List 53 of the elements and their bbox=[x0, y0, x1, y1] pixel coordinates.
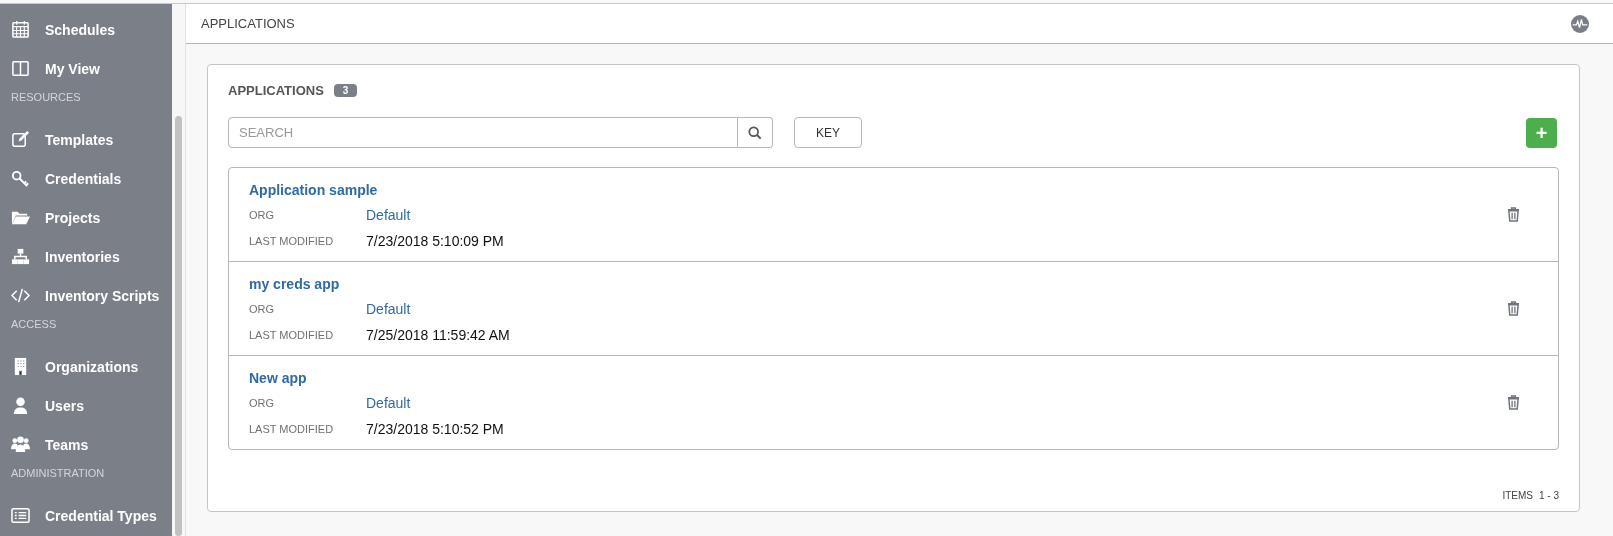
key-button[interactable]: KEY bbox=[794, 117, 862, 148]
delete-icon[interactable] bbox=[1507, 395, 1520, 410]
delete-icon[interactable] bbox=[1507, 207, 1520, 222]
sidebar-item[interactable]: Inventories bbox=[0, 237, 172, 276]
modified-value: 7/23/2018 5:10:52 PM bbox=[366, 420, 504, 437]
modified-value: 7/23/2018 5:10:09 PM bbox=[366, 232, 504, 249]
panel-title: APPLICATIONS bbox=[228, 82, 324, 98]
sidebar-item[interactable]: Inventory Scripts bbox=[0, 276, 172, 315]
modified-value: 7/25/2018 11:59:42 AM bbox=[366, 326, 510, 343]
scrollbar-thumb[interactable] bbox=[175, 116, 182, 536]
key-icon bbox=[11, 169, 30, 188]
sidebar-item[interactable]: Users bbox=[0, 386, 172, 425]
columns-icon bbox=[11, 59, 30, 78]
field-label: ORG bbox=[249, 302, 276, 315]
org-link[interactable]: Default bbox=[366, 206, 411, 223]
application-link[interactable]: Application sample bbox=[249, 181, 378, 198]
org-link[interactable]: Default bbox=[366, 394, 411, 411]
field-label: LAST MODIFIED bbox=[249, 328, 335, 341]
org-link[interactable]: Default bbox=[366, 300, 411, 317]
field-label: LAST MODIFIED bbox=[249, 234, 335, 247]
sidebar-item[interactable]: My View bbox=[0, 49, 172, 88]
activity-stream-icon[interactable] bbox=[1571, 14, 1589, 33]
search-field[interactable]: SEARCH bbox=[228, 117, 738, 148]
count-badge: 3 bbox=[333, 83, 358, 97]
items-label: ITEMS bbox=[1502, 490, 1533, 501]
sidebar-item[interactable]: Credential Types bbox=[0, 496, 172, 535]
search-icon bbox=[748, 125, 762, 140]
field-label: ORG bbox=[249, 208, 276, 221]
search-button[interactable] bbox=[738, 117, 773, 148]
sidebar-item[interactable]: Organizations bbox=[0, 347, 172, 386]
calendar-icon bbox=[11, 20, 30, 39]
edit-icon bbox=[11, 130, 30, 149]
items-range: 1 - 3 bbox=[1539, 490, 1559, 501]
sitemap-icon bbox=[11, 247, 30, 266]
sidebar-item[interactable]: Teams bbox=[0, 425, 172, 464]
section-heading: RESOURCES bbox=[10, 90, 82, 105]
sidebar-item[interactable]: Credentials bbox=[0, 159, 172, 198]
application-link[interactable]: my creds app bbox=[249, 275, 340, 292]
delete-icon[interactable] bbox=[1507, 301, 1520, 316]
sidebar-item[interactable]: Schedules bbox=[0, 10, 172, 49]
sidebar-item[interactable]: Projects bbox=[0, 198, 172, 237]
field-label: ORG bbox=[249, 396, 276, 409]
sidebar-item[interactable]: Templates bbox=[0, 120, 172, 159]
section-heading: ACCESS bbox=[10, 317, 58, 332]
code-icon bbox=[11, 286, 30, 305]
user-icon bbox=[11, 396, 30, 415]
page-title: APPLICATIONS bbox=[201, 16, 296, 31]
application-link[interactable]: New app bbox=[249, 369, 307, 386]
section-heading: ADMINISTRATION bbox=[10, 466, 106, 481]
add-button[interactable]: + bbox=[1526, 117, 1557, 148]
list-icon bbox=[11, 506, 30, 525]
users-icon bbox=[11, 435, 30, 454]
field-label: LAST MODIFIED bbox=[249, 422, 335, 435]
